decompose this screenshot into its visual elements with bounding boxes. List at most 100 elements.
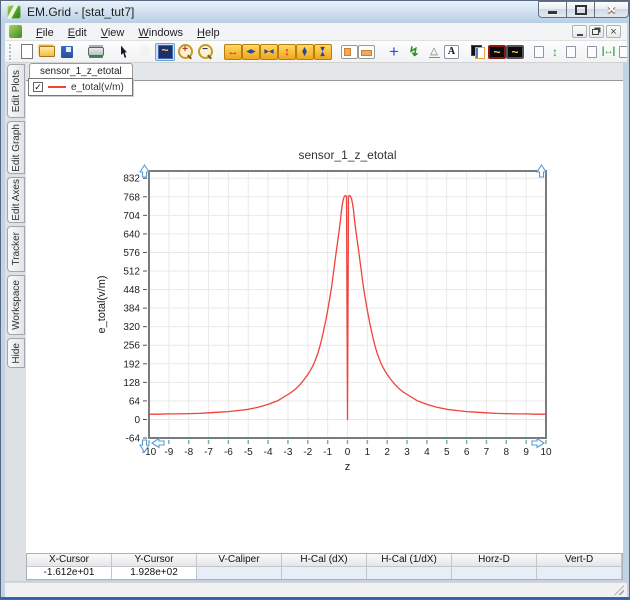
tracker-value-row: -1.612e+011.928e+02 [27,567,622,580]
tracker-header-horz-d[interactable]: Horz-D [452,554,537,567]
axes-marker-icon[interactable] [404,43,424,61]
menu-windows[interactable]: Windows [131,25,190,41]
tracker-header-h-cal-1-dx-[interactable]: H-Cal (1/dX) [367,554,452,567]
title-bar[interactable]: EM.Grid - [stat_tut7] [1,1,630,23]
legend-label: e_total(v/m) [71,82,124,93]
y-tick-label: 384 [123,304,140,315]
menu-help[interactable]: Help [190,25,227,41]
y-tick-label: 576 [123,248,140,259]
delta-marker-icon[interactable] [424,43,444,61]
zoom-in-tool-icon[interactable] [175,43,195,61]
side-tab-hide[interactable]: Hide [7,338,25,368]
sync-h-check-left-icon[interactable] [586,43,598,61]
center-x-icon[interactable] [242,44,260,60]
open-file-icon[interactable] [37,43,57,61]
tracker-header-v-caliper[interactable]: V-Caliper [197,554,282,567]
y-tick-label: 128 [123,378,140,389]
text-annotation-icon[interactable] [444,45,459,59]
tracker-value-cell [367,567,452,580]
menu-items: FileEditViewWindowsHelp [29,23,227,41]
side-tab-tracker[interactable]: Tracker [7,226,25,272]
expand-x-icon[interactable] [224,44,242,60]
mdi-child-icon[interactable] [9,25,22,38]
legend-checkbox[interactable] [33,82,43,92]
save-file-icon[interactable] [57,43,77,61]
menu-edit[interactable]: Edit [61,25,94,41]
close-button[interactable] [594,1,629,18]
y-tick-label: 768 [123,192,140,203]
menu-bar: FileEditViewWindowsHelp [5,23,627,41]
side-tab-label: Workspace [11,280,22,330]
side-tab-edit-graph[interactable]: Edit Graph [7,121,25,174]
new-document-icon[interactable] [17,43,37,61]
pan-tool-icon[interactable] [135,43,155,61]
center-y-icon[interactable] [296,44,314,60]
tracker-value-cell: -1.612e+01 [27,567,112,580]
sync-v-check-right-icon[interactable] [565,43,577,61]
x-tick-label: 3 [404,447,410,458]
tracker-value-cell [197,567,282,580]
x-tick-label: -6 [224,447,233,458]
mdi-minimize-button[interactable] [572,25,587,38]
mdi-window-buttons [572,25,621,38]
tracker-header-x-cursor[interactable]: X-Cursor [27,554,112,567]
x-axis-label: z [345,461,351,473]
pointer-tool-icon[interactable] [115,43,135,61]
window-title: EM.Grid - [stat_tut7] [27,5,134,19]
expand-y-icon[interactable] [278,44,296,60]
zoom-out-tool-icon[interactable] [195,43,215,61]
x-tick-label: 1 [365,447,371,458]
x-tick-label: -8 [184,447,193,458]
tracker-value-cell [282,567,367,580]
y-tick-label: 64 [129,396,141,407]
y-axis-label: e_total(v/m) [96,275,108,333]
side-tab-label: Edit Plots [11,70,22,112]
x-tick-label: -2 [303,447,312,458]
side-tab-label: Edit Graph [11,124,22,172]
minimize-button[interactable] [538,1,567,18]
plot-window-red-icon[interactable] [488,45,506,59]
print-icon[interactable] [86,43,106,61]
sync-horizontal-icon[interactable] [598,43,618,61]
legend-box: e_total(v/m) [28,78,133,96]
axis-handle-up[interactable] [140,165,149,177]
side-tab-edit-axes[interactable]: Edit Axes [7,177,25,223]
legend-line-sample [48,86,66,88]
x-tick-label: 2 [384,447,390,458]
x-tick-label: 4 [424,447,430,458]
sync-vertical-icon[interactable] [545,43,565,61]
split-horizontal-icon[interactable] [358,45,375,59]
tracker-header-row: X-CursorY-CursorV-CaliperH-Cal (dX)H-Cal… [27,554,622,567]
y-tick-label: 512 [123,267,140,278]
tracker-header-y-cursor[interactable]: Y-Cursor [112,554,197,567]
menu-file[interactable]: File [29,25,61,41]
side-tab-label: Edit Axes [11,179,22,221]
mdi-close-button[interactable] [606,25,621,38]
maximize-button[interactable] [567,1,594,18]
split-vertical-icon[interactable] [341,45,358,59]
sync-h-check-right-icon[interactable] [618,43,627,61]
compress-y-icon[interactable] [314,44,332,60]
status-bar [5,582,627,597]
x-tick-label: 9 [523,447,529,458]
toolbar-grip[interactable] [9,44,11,60]
x-tick-label: 5 [444,447,450,458]
x-tick-label: -1 [323,447,332,458]
copy-plot-icon[interactable] [468,43,488,61]
tracker-header-h-cal-dx-[interactable]: H-Cal (dX) [282,554,367,567]
mdi-restore-button[interactable] [589,25,604,38]
zoom-region-tool-icon[interactable] [155,43,175,61]
crosshair-marker-icon[interactable] [384,43,404,61]
x-tick-label: -4 [264,447,273,458]
side-tab-strip: Edit Plots Edit Graph Edit Axes Tracker Work… [5,63,26,581]
sync-v-check-left-icon[interactable] [533,43,545,61]
plot-window-icon[interactable] [506,45,524,59]
side-tab-edit-plots[interactable]: Edit Plots [7,64,25,118]
axis-handle-up[interactable] [537,165,546,177]
compress-x-icon[interactable] [260,44,278,60]
menu-view[interactable]: View [94,25,132,41]
app-icon [7,5,21,19]
tracker-header-vert-d[interactable]: Vert-D [537,554,622,567]
resize-grip[interactable] [614,585,624,595]
side-tab-workspace[interactable]: Workspace [7,275,25,335]
